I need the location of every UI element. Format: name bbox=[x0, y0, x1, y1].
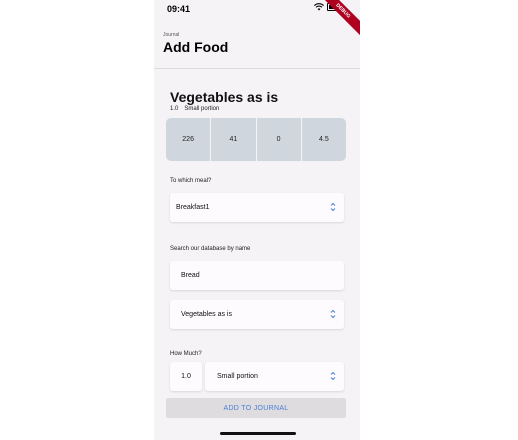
macro-summary: 226 41 0 4.5 bbox=[166, 118, 346, 161]
chevron-updown-icon bbox=[330, 309, 336, 319]
macro-value: 0 bbox=[256, 118, 302, 161]
portion-select-value: Small portion bbox=[217, 373, 258, 380]
quantity-input[interactable]: 1.0 bbox=[170, 362, 202, 391]
chevron-updown-icon bbox=[330, 202, 336, 212]
chevron-updown-icon bbox=[330, 371, 336, 381]
add-to-journal-button[interactable]: ADD TO JOURNAL bbox=[166, 398, 346, 418]
food-result-select[interactable]: Vegetables as is bbox=[170, 300, 344, 329]
food-result-value: Vegetables as is bbox=[181, 311, 232, 318]
home-indicator[interactable] bbox=[220, 432, 296, 435]
macro-value: 41 bbox=[211, 118, 257, 161]
food-portion-summary: 1.0 Small portion bbox=[170, 106, 225, 112]
app-header: Journal Add Food bbox=[154, 26, 360, 69]
wifi-icon bbox=[314, 3, 324, 11]
phone-screen: 09:41 DEBUG Journal Add Food Vegetables … bbox=[154, 0, 360, 440]
status-time: 09:41 bbox=[167, 4, 191, 14]
meal-select-value: Breakfast1 bbox=[176, 204, 210, 211]
meal-select[interactable]: Breakfast1 bbox=[170, 193, 344, 222]
macro-value: 226 bbox=[166, 118, 212, 161]
food-portion: Small portion bbox=[184, 106, 220, 112]
search-label: Search our database by name bbox=[170, 246, 251, 252]
food-quantity: 1.0 bbox=[170, 106, 179, 112]
portion-select[interactable]: Small portion bbox=[205, 362, 344, 391]
quantity-value: 1.0 bbox=[181, 373, 191, 380]
amount-label: How Much? bbox=[170, 351, 202, 357]
search-input[interactable]: Bread bbox=[170, 261, 344, 290]
food-name: Vegetables as is bbox=[170, 89, 279, 105]
breadcrumb[interactable]: Journal bbox=[163, 32, 179, 38]
meal-label: To which meal? bbox=[170, 178, 212, 184]
search-input-value: Bread bbox=[181, 272, 200, 279]
page-title: Add Food bbox=[163, 39, 229, 55]
macro-value: 4.5 bbox=[301, 118, 346, 161]
